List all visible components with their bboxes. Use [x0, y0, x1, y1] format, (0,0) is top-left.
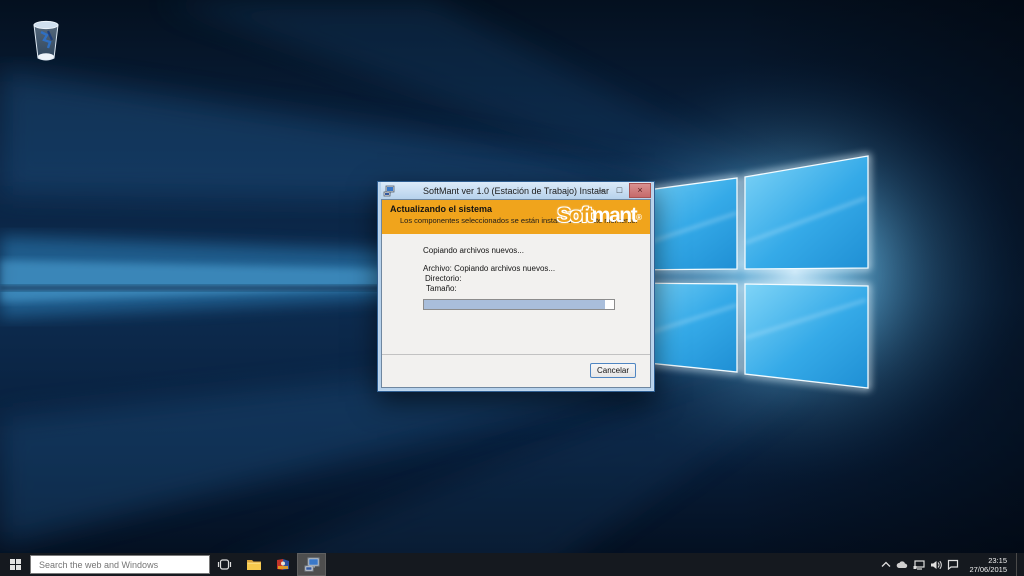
task-view-button[interactable] [210, 553, 239, 576]
clock-time: 23:15 [969, 556, 1007, 565]
installer-window: SoftMant ver 1.0 (Estación de Trabajo) I… [377, 181, 655, 392]
show-desktop-button[interactable] [1016, 553, 1022, 576]
maximize-button[interactable]: □ [611, 184, 628, 197]
windows-start-icon [10, 559, 21, 570]
task-view-icon [217, 558, 232, 571]
cancel-button[interactable]: Cancelar [590, 363, 636, 378]
network-icon[interactable] [913, 560, 925, 570]
installer-app-icon [304, 557, 320, 572]
close-button[interactable]: × [629, 183, 651, 198]
file-explorer-icon [246, 558, 262, 571]
colorful-app-icon [276, 558, 290, 571]
registered-mark: ® [636, 213, 642, 222]
status-size-line: Tamaño: [426, 284, 650, 293]
recycle-bin-icon[interactable] [28, 18, 64, 64]
search-input[interactable] [31, 560, 209, 570]
setup-computer-icon [383, 185, 395, 197]
volume-icon[interactable] [930, 560, 942, 570]
progress-bar [423, 299, 615, 310]
taskbar-empty-area [326, 553, 881, 576]
clock-date: 27/06/2015 [969, 565, 1007, 574]
softmant-logo-mant: mant [592, 204, 636, 227]
minimize-button[interactable]: – [593, 184, 610, 197]
chevron-up-icon[interactable] [881, 560, 891, 569]
softmant-logo: Softmant® [557, 201, 642, 231]
start-button[interactable] [0, 553, 30, 576]
taskbar-search[interactable] [30, 555, 210, 574]
taskbar: 23:15 27/06/2015 [0, 553, 1024, 576]
status-action-line: Copiando archivos nuevos... [423, 246, 650, 255]
file-explorer-button[interactable] [239, 553, 268, 576]
installer-taskbar-button[interactable] [297, 553, 326, 576]
status-directory-line: Directorio: [425, 274, 650, 283]
installer-banner: Actualizando el sistema Los componentes … [382, 200, 650, 234]
system-tray: 23:15 27/06/2015 [881, 553, 1024, 576]
action-center-icon[interactable] [947, 559, 959, 570]
status-file-line: Archivo: Copiando archivos nuevos... [423, 264, 650, 273]
installer-status-panel: Copiando archivos nuevos... Archivo: Cop… [382, 234, 650, 354]
colorful-app-button[interactable] [268, 553, 297, 576]
desktop: SoftMant ver 1.0 (Estación de Trabajo) I… [0, 0, 1024, 576]
installer-footer: Cancelar [382, 354, 650, 387]
installer-client-area: Actualizando el sistema Los componentes … [381, 199, 651, 388]
taskbar-clock[interactable]: 23:15 27/06/2015 [969, 556, 1007, 574]
cloud-icon[interactable] [896, 560, 908, 569]
installer-titlebar[interactable]: SoftMant ver 1.0 (Estación de Trabajo) I… [381, 182, 651, 199]
progress-fill [424, 300, 605, 309]
softmant-logo-soft: Soft [557, 204, 592, 227]
